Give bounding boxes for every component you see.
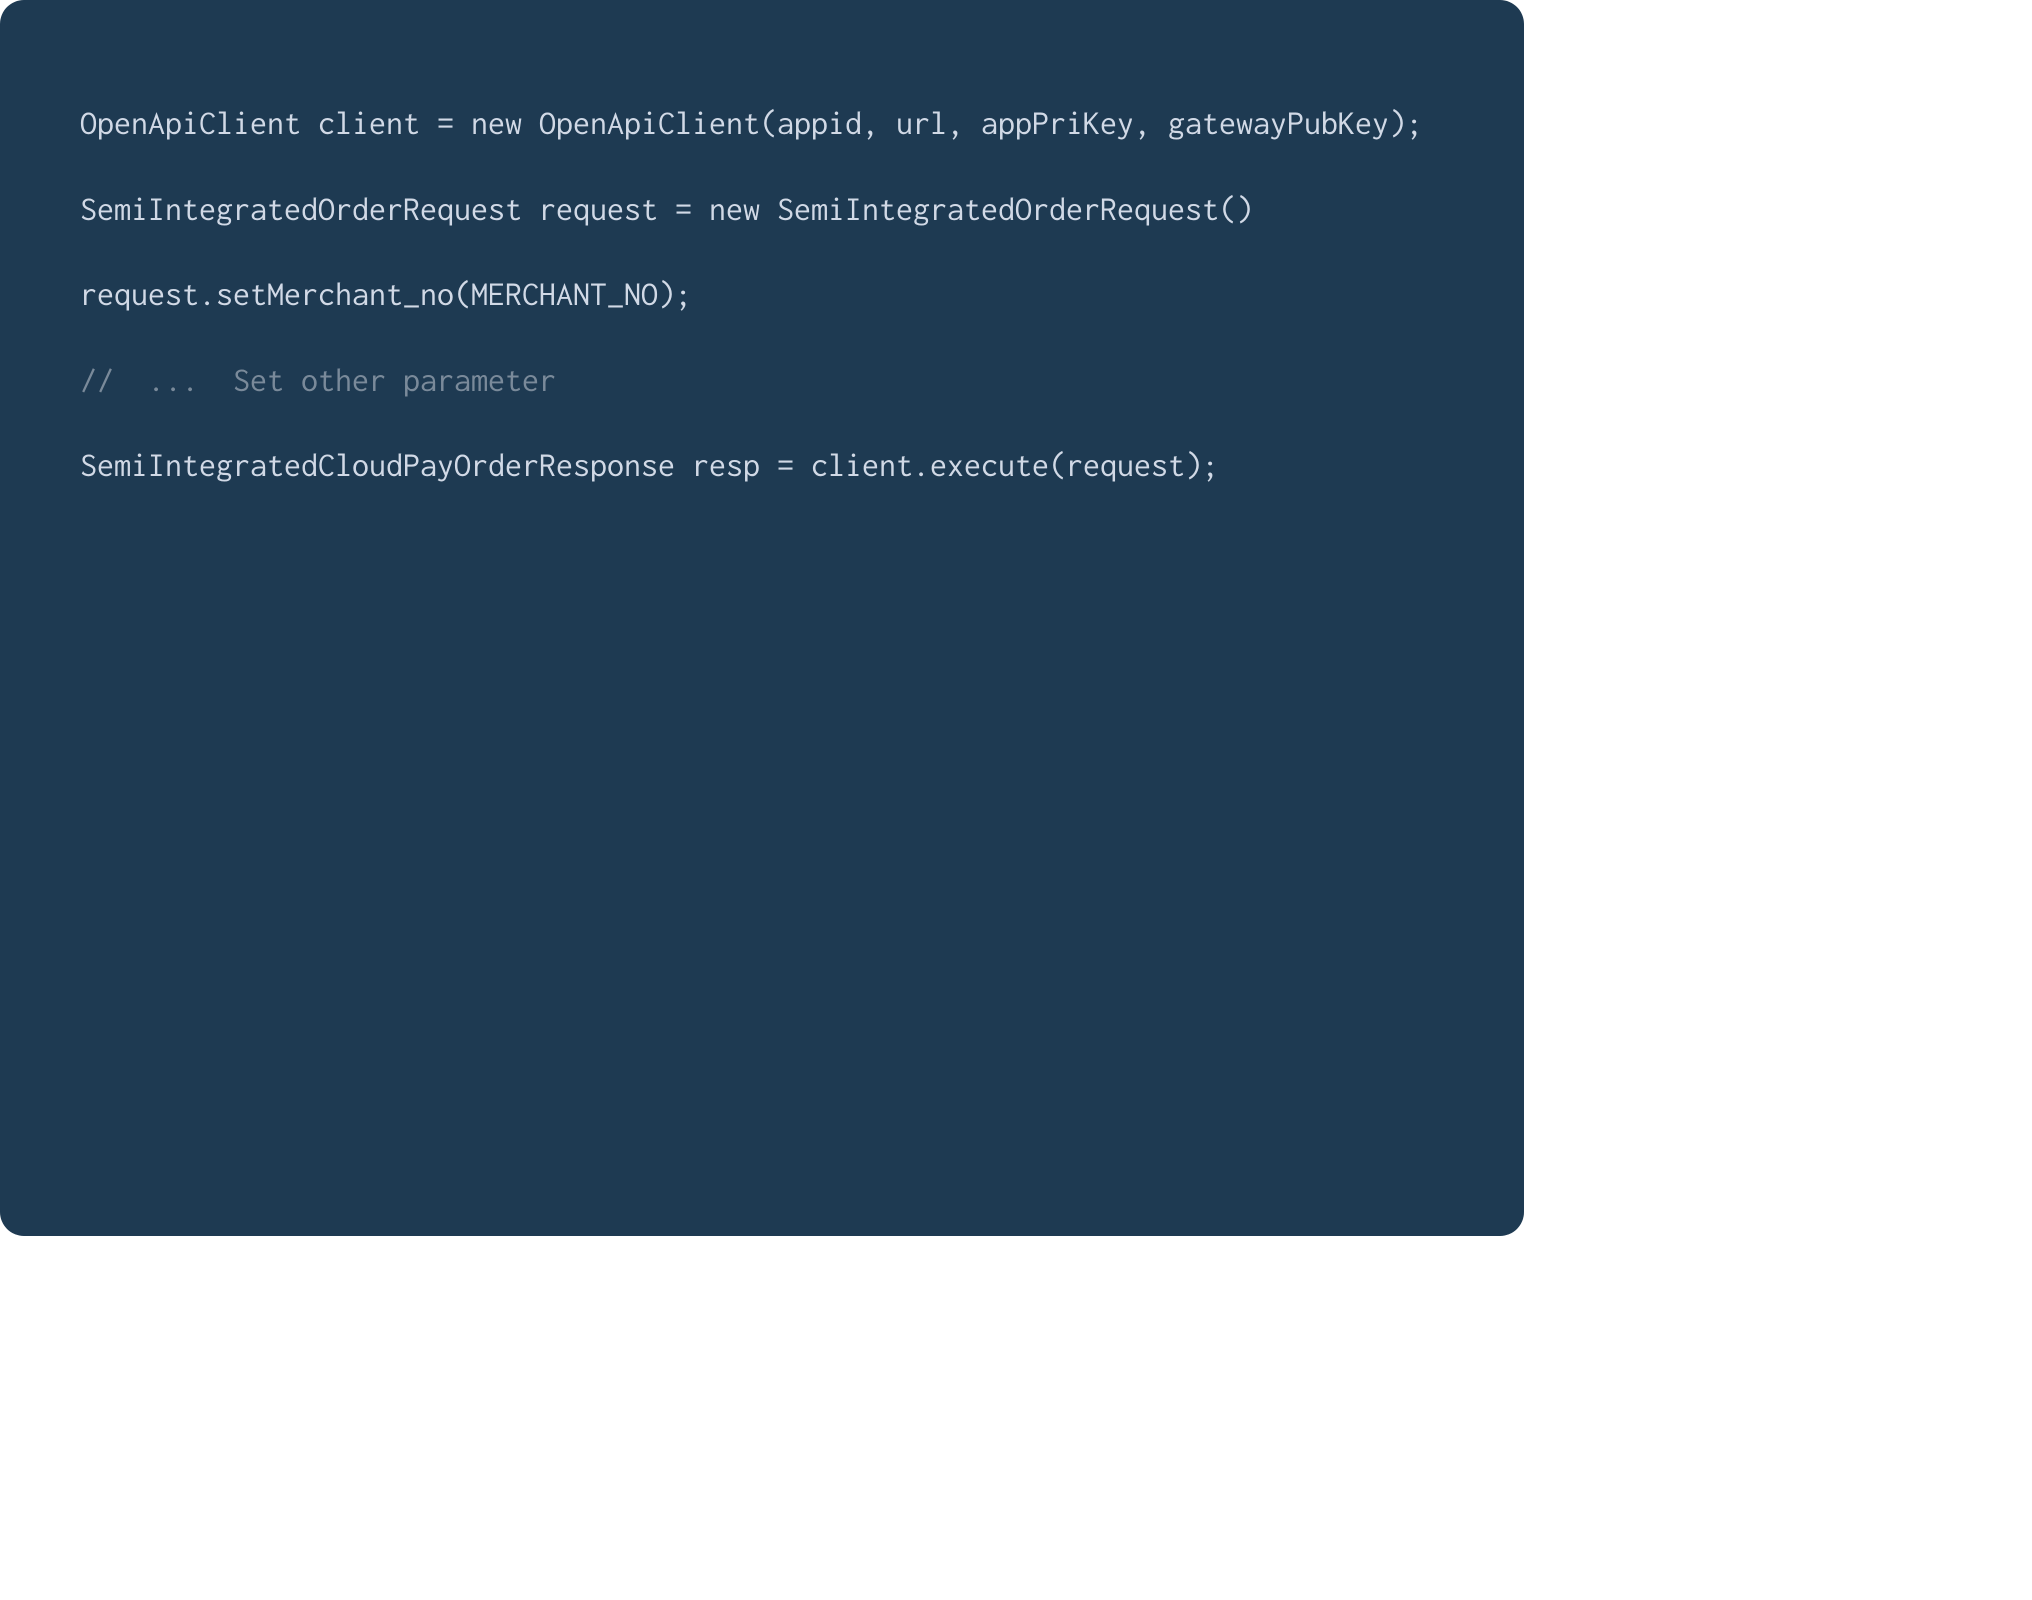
code-text: request.setMerchant_no(MERCHANT_NO); bbox=[80, 277, 692, 312]
code-statement-execute: SemiIntegratedCloudPayOrderResponse resp… bbox=[80, 442, 1444, 490]
comment-text: // ... Set other parameter bbox=[80, 363, 556, 398]
code-text: SemiIntegratedCloudPayOrderResponse resp… bbox=[80, 448, 1219, 483]
code-block: OpenApiClient client = new OpenApiClient… bbox=[0, 0, 1524, 1236]
code-statement-request-init: SemiIntegratedOrderRequest request = new… bbox=[80, 186, 1444, 234]
code-comment: // ... Set other parameter bbox=[80, 357, 1444, 405]
code-text: SemiIntegratedOrderRequest request = new… bbox=[80, 192, 1253, 227]
code-statement-set-merchant: request.setMerchant_no(MERCHANT_NO); bbox=[80, 271, 1444, 319]
code-text: OpenApiClient client = new OpenApiClient… bbox=[80, 106, 1423, 141]
code-statement-client-init: OpenApiClient client = new OpenApiClient… bbox=[80, 100, 1444, 148]
